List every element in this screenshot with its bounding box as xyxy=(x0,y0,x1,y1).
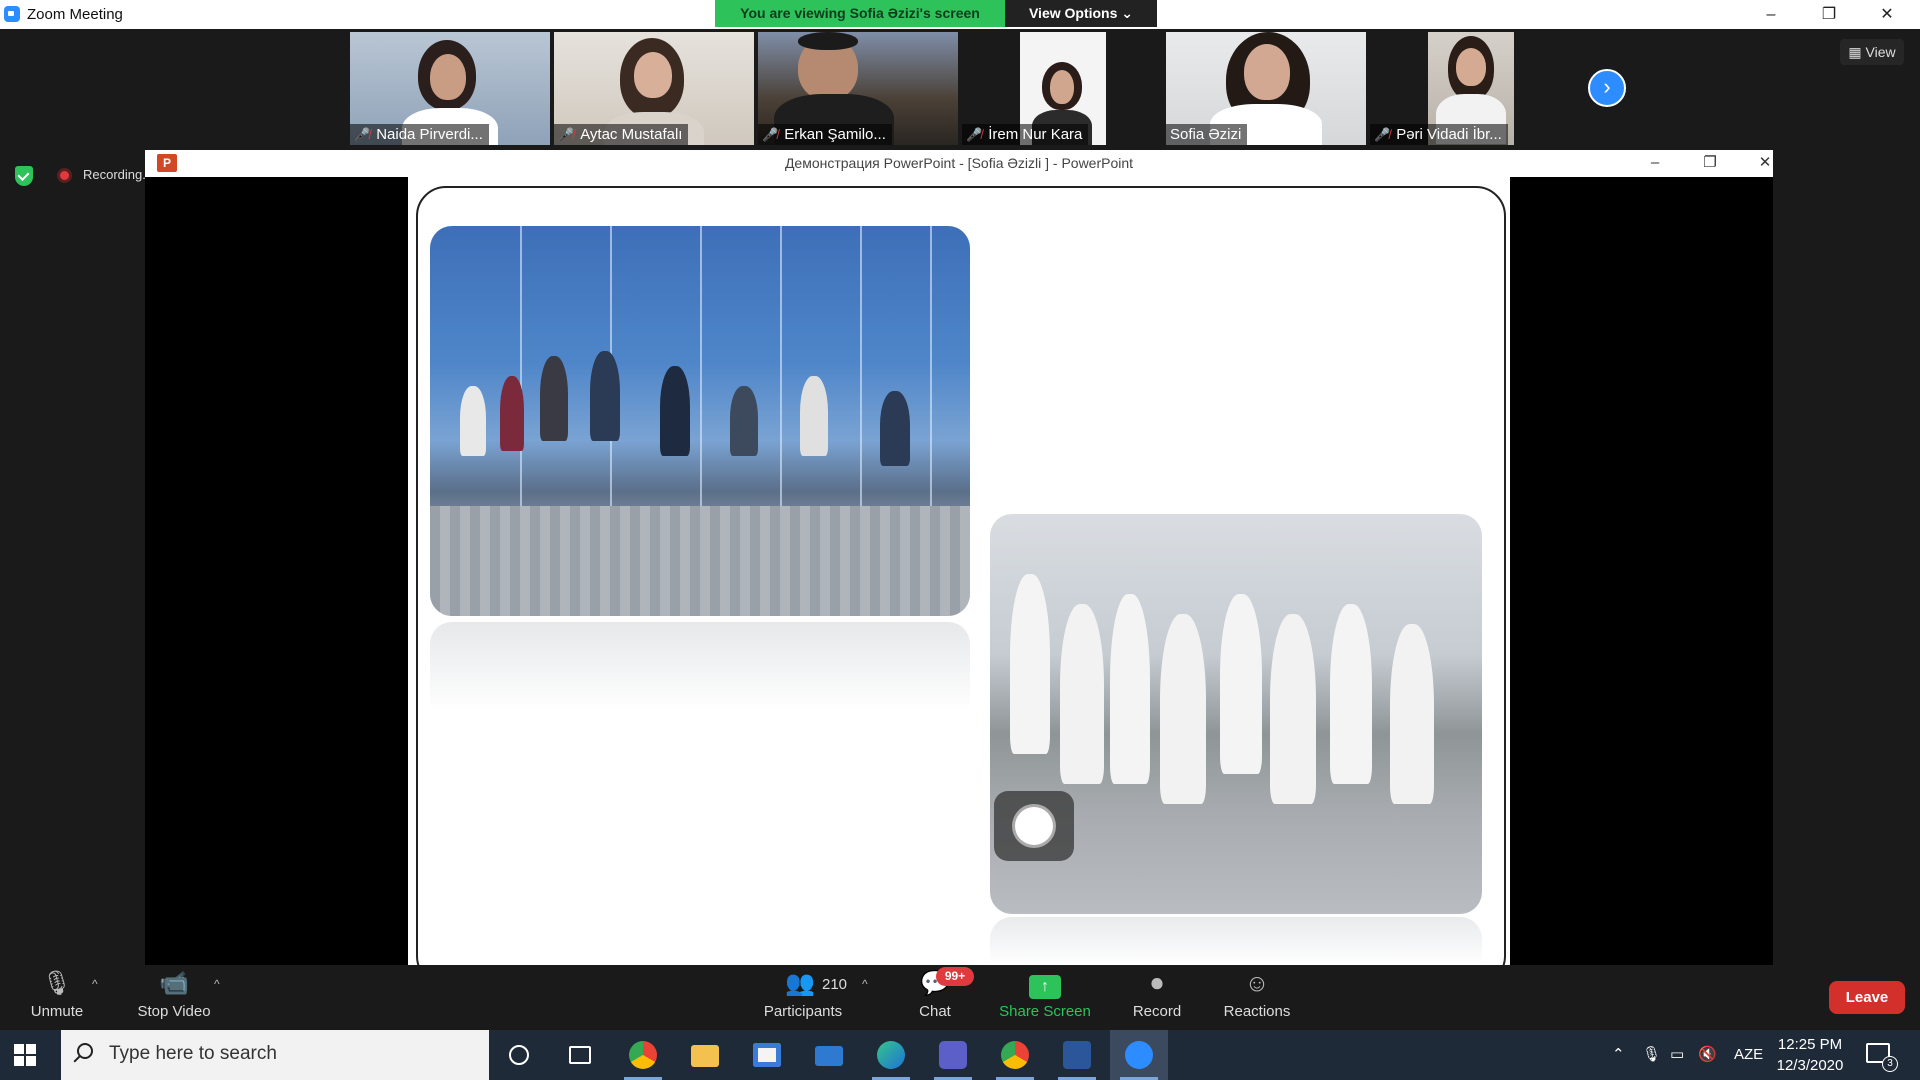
laser-pointer-icon xyxy=(994,791,1074,861)
audio-options-caret-icon[interactable]: ^ xyxy=(92,977,98,991)
share-screen-button[interactable]: ↑ Share Screen xyxy=(995,965,1095,1029)
chrome-profile-icon[interactable] xyxy=(986,1030,1044,1080)
mic-muted-icon: 🎤̸ xyxy=(1374,127,1391,142)
window-titlebar: Zoom Meeting You are viewing Sofia Əzizi… xyxy=(0,0,1920,29)
participant-thumbnail[interactable]: 🎤̸ Pəri Vidadi İbr... xyxy=(1370,32,1570,145)
zoom-taskbar-icon[interactable] xyxy=(1110,1030,1168,1080)
battery-icon[interactable]: ▭ xyxy=(1670,1030,1684,1080)
participants-count: 210 xyxy=(822,976,848,993)
photo-reflection xyxy=(430,622,970,722)
recording-icon xyxy=(57,168,72,183)
slide-photo-jumping-group xyxy=(430,226,970,616)
grid-icon: ▦ xyxy=(1848,44,1866,60)
windows-taskbar: Type here to search ⌃ 🎙 ▭ 🔇 AZE 12:25 PM… xyxy=(0,1030,1920,1080)
participant-thumbnail[interactable]: 🎤̸ Naida Pirverdi... xyxy=(350,32,550,145)
smiley-icon: ☺ xyxy=(1244,970,1270,997)
powerpoint-titlebar: P Демонстрация PowerPoint - [Sofia Əzizl… xyxy=(145,150,1773,177)
unmute-button[interactable]: 🎙 Unmute xyxy=(20,965,94,1029)
clock-date: 12/3/2020 xyxy=(1776,1057,1844,1074)
photo-reflection xyxy=(990,917,1482,965)
participants-caret-icon[interactable]: ^ xyxy=(862,977,868,991)
record-button[interactable]: ⏺ Record xyxy=(1124,965,1190,1029)
video-camera-icon: 📹 xyxy=(159,970,189,997)
chat-unread-badge: 99+ xyxy=(936,967,974,986)
zoom-app-icon xyxy=(4,6,20,22)
recording-label: Recording... xyxy=(83,167,154,182)
participant-thumbnail-active[interactable]: Sofia Əzizi xyxy=(1166,32,1366,145)
file-explorer-icon[interactable] xyxy=(676,1030,734,1080)
participant-name: Sofia Əzizi xyxy=(1166,124,1248,145)
view-options-button[interactable]: View Options ⌄ xyxy=(1005,0,1157,27)
chrome-icon[interactable] xyxy=(614,1030,672,1080)
cortana-icon[interactable] xyxy=(490,1030,548,1080)
window-title: Zoom Meeting xyxy=(27,6,123,23)
reactions-button[interactable]: ☺ Reactions xyxy=(1220,965,1294,1029)
microsoft-store-icon[interactable] xyxy=(738,1030,796,1080)
share-screen-icon: ↑ xyxy=(995,965,1095,1003)
search-icon xyxy=(77,1043,93,1059)
stop-video-button[interactable]: 📹 Stop Video xyxy=(126,965,222,1029)
taskbar-clock[interactable]: 12:25 PM 12/3/2020 xyxy=(1774,1034,1846,1076)
next-page-arrow-icon[interactable]: › xyxy=(1588,69,1626,107)
word-icon[interactable] xyxy=(1048,1030,1106,1080)
participant-thumbnail[interactable]: 🎤̸ Erkan Şamilo... xyxy=(758,32,958,145)
restore-button[interactable]: ❐ xyxy=(1800,0,1858,29)
view-button[interactable]: ▦ View xyxy=(1840,39,1904,65)
participant-name: 🎤̸ Erkan Şamilo... xyxy=(758,124,892,145)
video-options-caret-icon[interactable]: ^ xyxy=(214,977,220,991)
record-icon: ⏺ xyxy=(1151,970,1163,997)
clock-time: 12:25 PM xyxy=(1777,1036,1843,1053)
participant-strip: 🎤̸ Naida Pirverdi... 🎤̸ Aytac Mustafalı 🎤̸… xyxy=(0,29,1920,147)
presentation-slide xyxy=(408,177,1510,986)
screen-share-banner: You are viewing Sofia Əzizi's screen xyxy=(715,0,1005,27)
volume-muted-icon[interactable]: 🔇 xyxy=(1698,1030,1717,1080)
mic-muted-icon: 🎤̸ xyxy=(558,127,575,142)
participant-thumbnail[interactable]: 🎤̸ İrem Nur Kara xyxy=(962,32,1162,145)
shared-screen: P Демонстрация PowerPoint - [Sofia Əzizl… xyxy=(145,150,1773,986)
participant-name: 🎤̸ Naida Pirverdi... xyxy=(350,124,489,145)
participant-thumbnail[interactable]: 🎤̸ Aytac Mustafalı xyxy=(554,32,754,145)
mic-muted-icon: 🎙 xyxy=(41,970,73,997)
pp-close-button[interactable]: ✕ xyxy=(1745,152,1785,174)
language-indicator[interactable]: AZE xyxy=(1734,1030,1763,1080)
participant-name: 🎤̸ Aytac Mustafalı xyxy=(554,124,689,145)
mic-muted-icon: 🎤̸ xyxy=(966,127,983,142)
edge-icon[interactable] xyxy=(862,1030,920,1080)
powerpoint-window-title: Демонстрация PowerPoint - [Sofia Əzizli … xyxy=(784,155,1134,171)
mic-muted-icon: 🎤̸ xyxy=(354,127,371,142)
mail-icon[interactable] xyxy=(800,1030,858,1080)
task-view-icon[interactable] xyxy=(551,1030,609,1080)
close-button[interactable]: ✕ xyxy=(1858,0,1916,29)
minimize-button[interactable]: – xyxy=(1742,0,1800,29)
participants-button[interactable]: 👥 Participants xyxy=(755,965,851,1029)
participant-name: 🎤̸ İrem Nur Kara xyxy=(962,124,1089,145)
encryption-shield-icon[interactable] xyxy=(15,166,33,186)
notification-count-badge: 3 xyxy=(1882,1056,1898,1072)
teams-icon[interactable] xyxy=(924,1030,982,1080)
microphone-tray-icon[interactable]: 🎙 xyxy=(1642,1030,1661,1080)
pp-restore-button[interactable]: ❐ xyxy=(1690,152,1730,174)
participant-name: 🎤̸ Pəri Vidadi İbr... xyxy=(1370,124,1508,145)
windows-start-icon[interactable] xyxy=(14,1044,36,1066)
tray-overflow-chevron-icon[interactable]: ⌃ xyxy=(1612,1030,1625,1080)
pp-minimize-button[interactable]: – xyxy=(1635,152,1675,174)
mic-muted-icon: 🎤̸ xyxy=(762,127,779,142)
leave-button[interactable]: Leave xyxy=(1829,981,1905,1014)
taskbar-search-input[interactable]: Type here to search xyxy=(61,1030,489,1080)
